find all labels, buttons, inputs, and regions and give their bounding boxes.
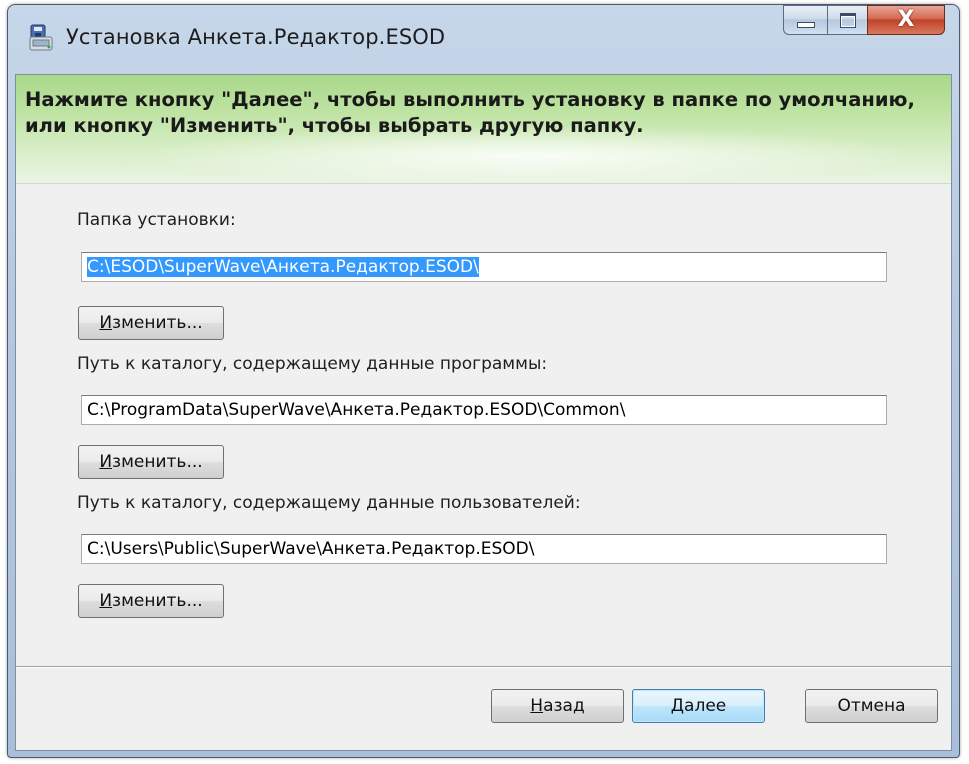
install-folder-value: C:\ESOD\SuperWave\Анкета.Редактор.ESOD\ (87, 257, 479, 277)
footer-separator (16, 666, 951, 668)
banner-line-2: или кнопку "Изменить", чтобы выбрать дру… (25, 114, 644, 137)
close-icon: X (897, 7, 915, 32)
installer-app-icon (29, 24, 53, 51)
maximize-icon (839, 12, 856, 28)
maximize-button[interactable] (827, 5, 867, 35)
program-data-input[interactable]: C:\ProgramData\SuperWave\Анкета.Редактор… (81, 395, 887, 425)
change-install-folder-label: зменить... (112, 313, 203, 333)
back-accel: Н (530, 696, 544, 716)
user-data-input[interactable]: C:\Users\Public\SuperWave\Анкета.Редакто… (81, 534, 887, 564)
change-install-folder-button[interactable]: Изменить... (78, 306, 224, 340)
installer-window: Установка Анкета.Редактор.ESOD X Нажмите… (7, 4, 960, 758)
change-program-data-accel: И (99, 452, 113, 472)
banner-line-1: Нажмите кнопку "Далее", чтобы выполнить … (25, 88, 915, 111)
change-user-data-button[interactable]: Изменить... (78, 584, 224, 618)
next-label: алее (684, 696, 727, 716)
minimize-icon (796, 22, 815, 28)
user-data-value: C:\Users\Public\SuperWave\Анкета.Редакто… (87, 539, 535, 559)
change-program-data-button[interactable]: Изменить... (78, 445, 224, 479)
change-user-data-label: зменить... (112, 591, 203, 611)
install-folder-label: Папка установки: (77, 210, 236, 230)
cancel-button[interactable]: Отмена (805, 689, 938, 723)
window-controls: X (783, 5, 945, 37)
title-bar[interactable]: Установка Анкета.Редактор.ESOD X (8, 5, 959, 75)
window-title: Установка Анкета.Редактор.ESOD (66, 25, 446, 49)
program-data-value: C:\ProgramData\SuperWave\Анкета.Редактор… (87, 400, 626, 420)
change-program-data-label: зменить... (112, 452, 203, 472)
back-label: азад (543, 696, 585, 716)
minimize-button[interactable] (783, 5, 827, 35)
next-accel: Д (670, 696, 685, 716)
next-button[interactable]: Далее (632, 689, 765, 723)
header-banner: Нажмите кнопку "Далее", чтобы выполнить … (16, 75, 951, 184)
banner-instructions: Нажмите кнопку "Далее", чтобы выполнить … (25, 87, 940, 139)
back-button[interactable]: Назад (491, 689, 624, 723)
close-button[interactable]: X (867, 5, 945, 35)
change-install-folder-accel: И (99, 313, 113, 333)
install-folder-input[interactable]: C:\ESOD\SuperWave\Анкета.Редактор.ESOD\ (81, 252, 887, 282)
change-user-data-accel: И (99, 591, 113, 611)
user-data-label: Путь к каталогу, содержащему данные поль… (77, 493, 581, 513)
dialog-client-area: Нажмите кнопку "Далее", чтобы выполнить … (15, 74, 952, 751)
program-data-label: Путь к каталогу, содержащему данные прог… (77, 354, 548, 374)
